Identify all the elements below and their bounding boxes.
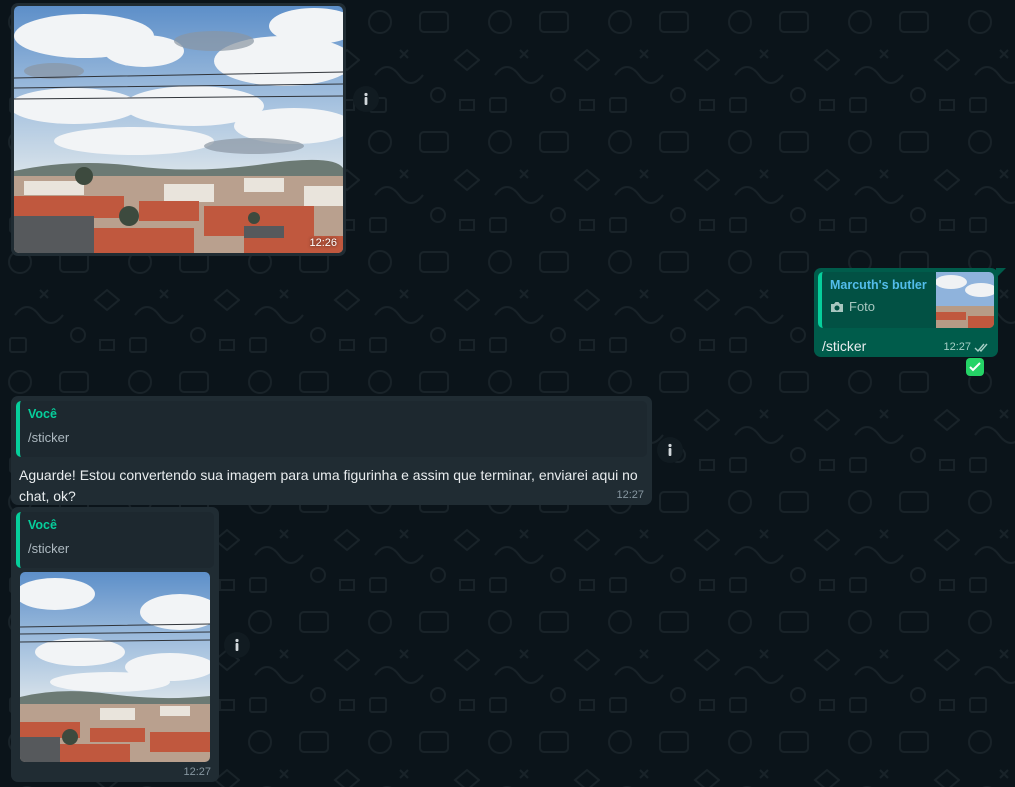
selection-checkbox-wrap[interactable] bbox=[964, 357, 986, 377]
info-icon bbox=[235, 638, 239, 651]
message-photo[interactable]: 12:26 bbox=[14, 6, 343, 253]
quoted-message[interactable]: Marcuth's butler Foto bbox=[818, 272, 994, 328]
incoming-text-message[interactable]: Você /sticker Aguarde! Estou convertendo… bbox=[11, 396, 652, 505]
message-time: 12:27 bbox=[943, 341, 971, 353]
quoted-sender-name: Você bbox=[28, 407, 57, 421]
quoted-text: /sticker bbox=[28, 430, 70, 445]
quoted-label: Foto bbox=[849, 299, 876, 314]
photo-image bbox=[14, 6, 343, 253]
check-icon bbox=[969, 362, 981, 372]
message-meta: 12:27 bbox=[943, 341, 990, 353]
info-button[interactable] bbox=[353, 86, 379, 112]
quoted-photo-label-row: Foto bbox=[830, 299, 927, 314]
quoted-message[interactable]: Você /sticker bbox=[16, 512, 214, 568]
double-check-icon bbox=[974, 343, 988, 352]
message-time: 12:27 bbox=[616, 489, 644, 501]
message-time: 12:26 bbox=[309, 237, 337, 249]
quoted-text: /sticker bbox=[28, 541, 70, 556]
info-button[interactable] bbox=[224, 632, 250, 658]
message-photo[interactable] bbox=[20, 572, 210, 762]
info-icon bbox=[364, 92, 368, 105]
quoted-thumbnail bbox=[936, 272, 994, 328]
quoted-message[interactable]: Você /sticker bbox=[16, 401, 647, 457]
info-icon bbox=[668, 443, 672, 456]
selection-checkbox[interactable] bbox=[966, 358, 984, 376]
outgoing-message[interactable]: Marcuth's butler Foto /sticker 12:27 bbox=[814, 268, 998, 357]
photo-image bbox=[20, 572, 210, 762]
incoming-image-reply[interactable]: Você /sticker 12:27 bbox=[11, 507, 219, 782]
bubble-tail bbox=[996, 268, 1006, 278]
quoted-sender-name: Você bbox=[28, 518, 57, 532]
message-text: Aguarde! Estou convertendo sua imagem pa… bbox=[19, 467, 638, 504]
camera-icon bbox=[831, 301, 843, 312]
quoted-sender-name: Marcuth's butler bbox=[830, 278, 927, 292]
info-button[interactable] bbox=[657, 437, 683, 463]
message-time: 12:27 bbox=[183, 766, 211, 778]
incoming-image-message[interactable]: 12:26 bbox=[11, 3, 346, 256]
